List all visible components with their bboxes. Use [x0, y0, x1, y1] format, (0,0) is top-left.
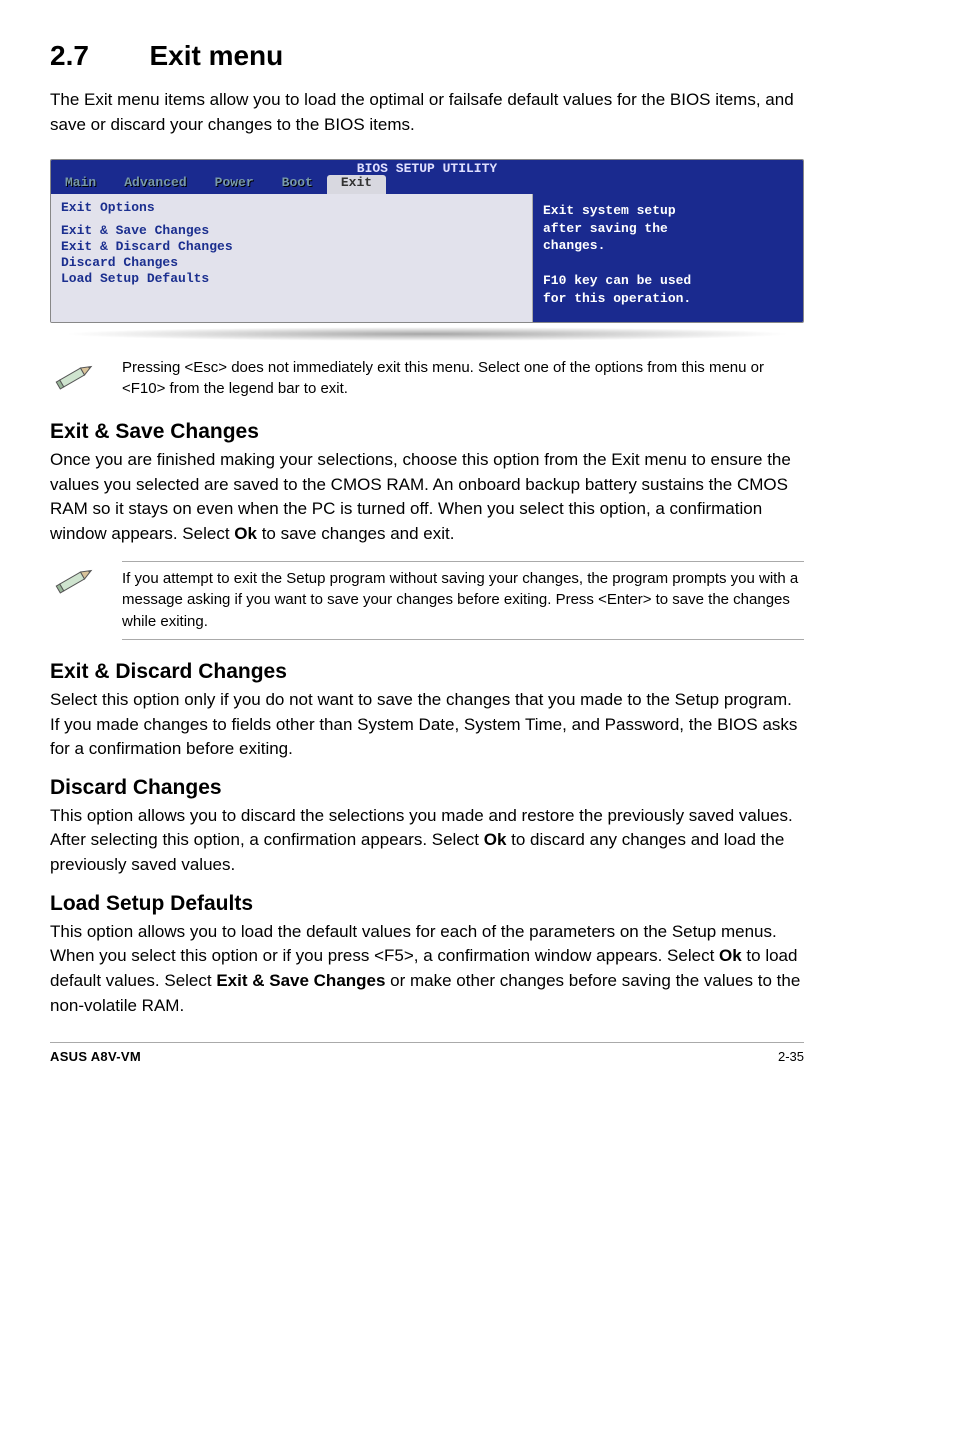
intro-paragraph: The Exit menu items allow you to load th… [50, 88, 804, 137]
bios-tab-power: Power [201, 175, 268, 194]
bios-help-line: for this operation. [543, 290, 793, 308]
bold-ok: Ok [234, 524, 257, 543]
bios-tabs: Main Advanced Power Boot Exit [51, 175, 803, 194]
heading-number: 2.7 [50, 40, 145, 72]
section-body-exit-save: Once you are finished making your select… [50, 448, 804, 547]
footer-product: ASUS A8V-VM [50, 1049, 141, 1064]
section-title-exit-discard: Exit & Discard Changes [50, 660, 804, 684]
note-text: Pressing <Esc> does not immediately exit… [122, 357, 804, 401]
bios-help-line: Exit system setup [543, 202, 793, 220]
bios-help-line: after saving the [543, 220, 793, 238]
heading-title: Exit menu [149, 40, 283, 72]
text: to save changes and exit. [257, 524, 455, 543]
note-text: If you attempt to exit the Setup program… [122, 561, 804, 640]
bios-help-line: changes. [543, 237, 793, 255]
section-body-load-defaults: This option allows you to load the defau… [50, 920, 804, 1019]
bios-tab-exit: Exit [327, 175, 386, 194]
note-esc: Pressing <Esc> does not immediately exit… [50, 357, 804, 401]
bios-item: Exit & Save Changes [61, 223, 522, 238]
section-body-discard: This option allows you to discard the se… [50, 804, 804, 878]
bios-tab-boot: Boot [268, 175, 327, 194]
bios-tab-main: Main [51, 175, 110, 194]
section-title-exit-save: Exit & Save Changes [50, 420, 804, 444]
note-exit-save: If you attempt to exit the Setup program… [50, 561, 804, 640]
bold-exit-save: Exit & Save Changes [216, 971, 385, 990]
section-title-discard: Discard Changes [50, 776, 804, 800]
pencil-icon [50, 357, 96, 397]
bold-ok: Ok [719, 946, 742, 965]
page-footer: ASUS A8V-VM 2-35 [50, 1042, 804, 1064]
bios-item: Load Setup Defaults [61, 271, 522, 286]
bios-body: Exit Options Exit & Save Changes Exit & … [51, 194, 803, 321]
bios-screenshot: BIOS SETUP UTILITY Main Advanced Power B… [50, 159, 804, 322]
bios-right-pane: Exit system setup after saving the chang… [533, 194, 803, 321]
section-title-load-defaults: Load Setup Defaults [50, 892, 804, 916]
bold-ok: Ok [484, 830, 507, 849]
bios-help-line: F10 key can be used [543, 272, 793, 290]
bios-left-pane: Exit Options Exit & Save Changes Exit & … [51, 194, 533, 321]
bios-left-heading: Exit Options [61, 200, 522, 215]
bios-shadow [62, 327, 792, 341]
section-body-exit-discard: Select this option only if you do not wa… [50, 688, 804, 762]
bios-item: Discard Changes [61, 255, 522, 270]
pencil-icon [50, 561, 96, 601]
bios-help-line [543, 255, 793, 273]
bios-item: Exit & Discard Changes [61, 239, 522, 254]
footer-page-number: 2-35 [778, 1049, 804, 1064]
text: This option allows you to load the defau… [50, 922, 777, 966]
bios-header: BIOS SETUP UTILITY Main Advanced Power B… [51, 160, 803, 194]
bios-tab-advanced: Advanced [110, 175, 200, 194]
page-heading: 2.7 Exit menu [50, 40, 804, 72]
